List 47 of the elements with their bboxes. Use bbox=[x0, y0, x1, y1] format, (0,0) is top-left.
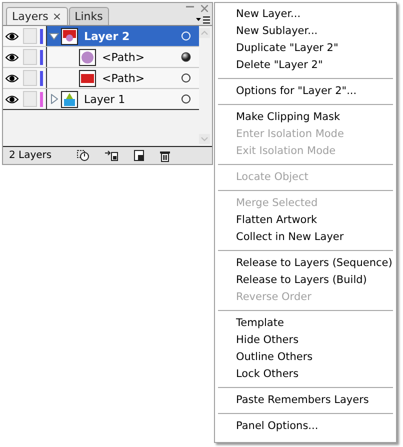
lock-toggle[interactable] bbox=[23, 91, 37, 107]
layer-count: 2 Layers bbox=[9, 150, 53, 161]
menu-item[interactable]: Outline Others bbox=[236, 349, 313, 366]
panel-tab[interactable]: Layers × bbox=[6, 7, 68, 25]
panel-tab[interactable]: Links bbox=[68, 7, 109, 25]
expanded-triangle-icon[interactable] bbox=[49, 32, 59, 40]
target-icon[interactable] bbox=[181, 73, 191, 83]
layer-row[interactable]: Layer 2 bbox=[46, 26, 199, 46]
layer-name: Layer 2 bbox=[84, 30, 131, 42]
trash-icon[interactable] bbox=[160, 150, 170, 162]
tab-close-button[interactable]: × bbox=[52, 10, 62, 23]
menu-item[interactable]: Release to Layers (Build) bbox=[236, 272, 367, 289]
menu-item[interactable]: Lock Others bbox=[236, 366, 299, 383]
minimize-icon[interactable] bbox=[186, 6, 194, 9]
tab-label: Layers bbox=[12, 10, 48, 23]
menu-item[interactable]: New Sublayer... bbox=[236, 23, 318, 40]
eye-icon[interactable] bbox=[5, 74, 19, 82]
lock-toggle[interactable] bbox=[23, 70, 37, 86]
clipping-mask-icon[interactable] bbox=[77, 150, 89, 160]
eye-icon[interactable] bbox=[5, 52, 19, 62]
layer-name: <Path> bbox=[102, 50, 146, 64]
target-icon[interactable] bbox=[181, 94, 191, 104]
eye-icon[interactable] bbox=[5, 94, 19, 104]
target-icon[interactable] bbox=[181, 52, 191, 62]
layer-name: Layer 1 bbox=[84, 92, 126, 106]
tab-label: Links bbox=[74, 10, 103, 23]
menu-item[interactable]: Collect in New Layer bbox=[236, 229, 344, 246]
panel-menu-icon[interactable] bbox=[196, 16, 210, 24]
menu-item[interactable]: Template bbox=[236, 315, 284, 332]
new-layer-icon[interactable] bbox=[134, 150, 144, 160]
eye-icon[interactable] bbox=[5, 32, 19, 40]
menu-item[interactable]: Hide Others bbox=[236, 332, 299, 349]
collapsed-triangle-icon[interactable] bbox=[50, 94, 58, 104]
menu-item[interactable]: Paste Remembers Layers bbox=[236, 392, 369, 409]
menu-item[interactable]: Duplicate "Layer 2" bbox=[236, 40, 338, 57]
menu-item[interactable]: Release to Layers (Sequence) bbox=[236, 255, 392, 272]
menu-item[interactable]: Delete "Layer 2" bbox=[236, 57, 323, 74]
menu-item[interactable]: Flatten Artwork bbox=[236, 212, 318, 229]
close-icon[interactable] bbox=[201, 5, 208, 12]
layer-name: <Path> bbox=[102, 72, 146, 84]
lock-toggle[interactable] bbox=[23, 49, 37, 65]
menu-item[interactable]: New Layer... bbox=[236, 6, 301, 23]
menu-item[interactable]: Make Clipping Mask bbox=[236, 109, 340, 126]
menu-item[interactable]: Options for "Layer 2"... bbox=[236, 83, 357, 100]
menu-item[interactable]: Panel Options... bbox=[236, 418, 318, 435]
lock-toggle[interactable] bbox=[23, 28, 37, 44]
new-sublayer-icon[interactable] bbox=[105, 150, 118, 160]
